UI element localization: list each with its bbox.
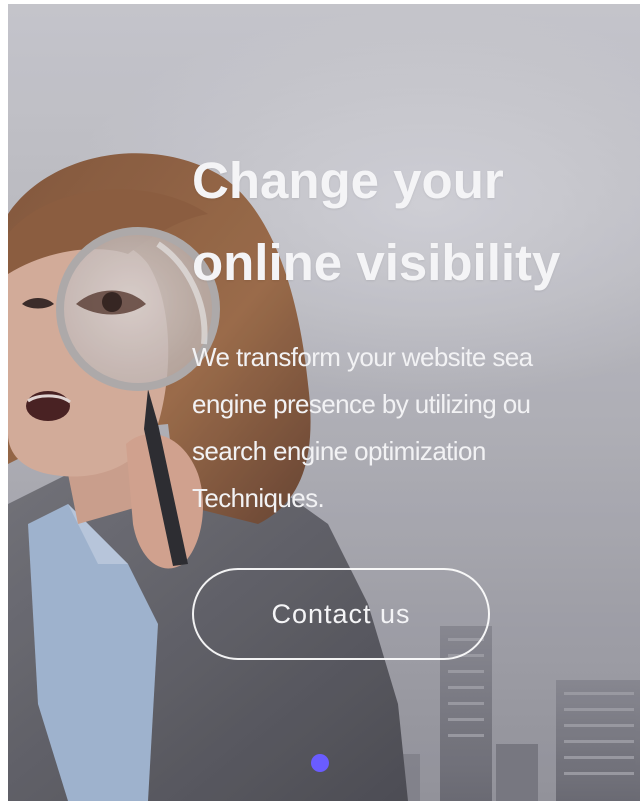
carousel-dot-active[interactable] [311,754,329,772]
hero-description: We transform your website sea engine pre… [192,334,640,522]
hero-description-line-3: search engine optimization [192,436,486,466]
hero-headline: Change your online visibility [192,140,640,304]
hero-description-line-1: We transform your website sea [192,342,533,372]
hero-headline-line-1: Change your [192,152,504,209]
hero-headline-line-2: online visibility [192,234,561,291]
contact-us-button[interactable]: Contact us [192,568,490,660]
carousel-indicators [0,754,640,774]
hero-description-line-4: Techniques. [192,483,325,513]
page-frame: Change your online visibility We transfo… [0,0,640,801]
hero-description-line-2: engine presence by utilizing ou [192,389,531,419]
